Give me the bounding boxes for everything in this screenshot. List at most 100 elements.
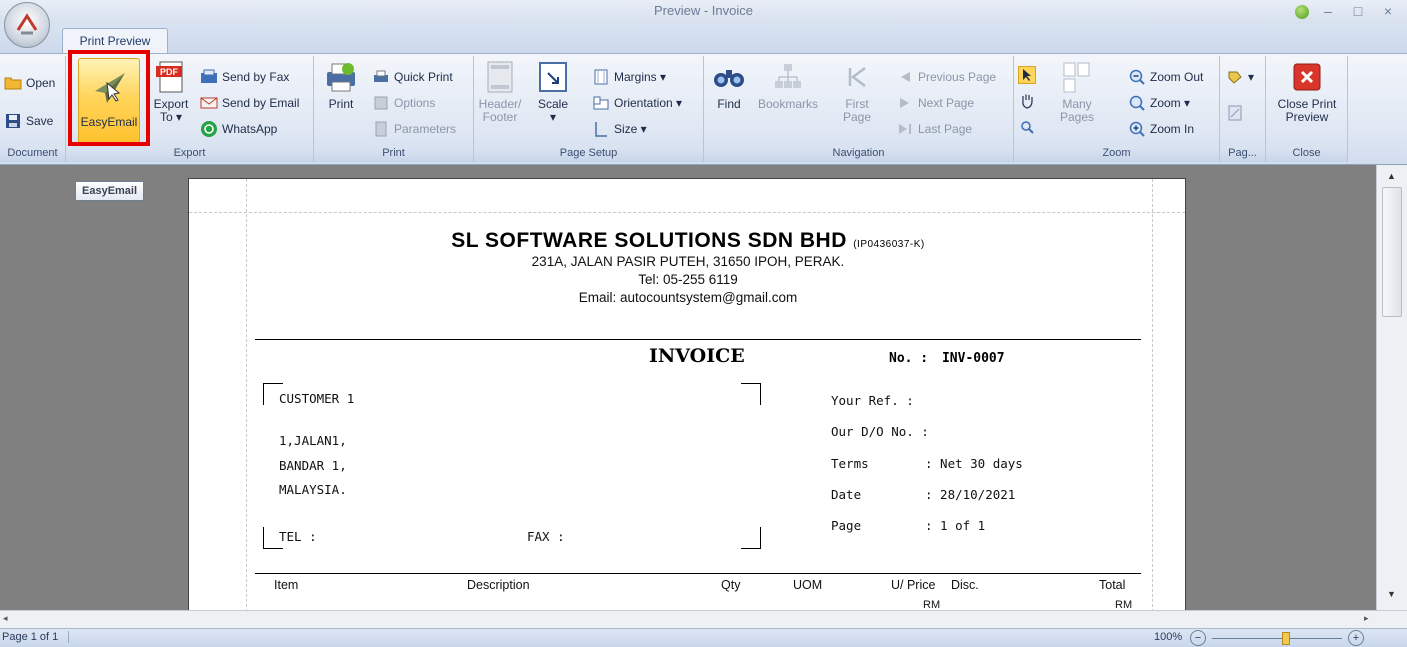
- customer-tel: TEL :: [279, 529, 317, 544]
- send-by-email-button[interactable]: Send by Email: [200, 92, 299, 114]
- margins-button[interactable]: Margins ▾: [592, 66, 666, 88]
- horizontal-scrollbar[interactable]: ◂ ▸: [0, 610, 1407, 628]
- options-label: Options: [394, 96, 436, 110]
- invoice-title: INVOICE: [649, 345, 745, 367]
- previous-page-button[interactable]: Previous Page: [896, 66, 996, 88]
- email-icon: [200, 94, 218, 112]
- magnifier-tool-button[interactable]: [1018, 116, 1036, 138]
- company-name-text: SL SOFTWARE SOLUTIONS SDN BHD: [451, 229, 847, 252]
- bookmarks-button[interactable]: Bookmarks: [758, 60, 818, 111]
- last-page-button[interactable]: Last Page: [896, 118, 972, 140]
- previous-page-label: Previous Page: [918, 70, 997, 84]
- whatsapp-button[interactable]: WhatsApp: [200, 118, 277, 140]
- ribbon-tab-row: Print Preview: [0, 24, 1407, 55]
- window-title: Preview - Invoice: [654, 3, 753, 18]
- margin-guide-top: [189, 212, 1185, 213]
- many-pages-icon: [1060, 60, 1094, 94]
- watermark-button[interactable]: [1226, 102, 1244, 124]
- customer-box-corner-tr: [741, 383, 761, 405]
- quick-print-button[interactable]: Quick Print: [372, 66, 453, 88]
- hand-tool-button[interactable]: [1018, 90, 1036, 112]
- printer-icon: [324, 60, 358, 94]
- group-close: Close Print Preview Close: [1266, 56, 1348, 162]
- vertical-scroll-thumb[interactable]: [1382, 187, 1402, 317]
- scale-arrow: ▾: [549, 110, 557, 124]
- pointer-tool-button[interactable]: [1018, 64, 1036, 86]
- terms-label: Terms: [831, 456, 869, 471]
- invoice-page: SL SOFTWARE SOLUTIONS SDN BHD (IP0436037…: [188, 178, 1186, 618]
- scroll-up-icon[interactable]: ▲: [1387, 171, 1396, 181]
- zoom-slider-thumb[interactable]: [1282, 632, 1290, 645]
- app-logo-icon: [16, 13, 38, 35]
- zoom-in-status-icon[interactable]: +: [1348, 630, 1364, 646]
- minimize-button[interactable]: [1290, 2, 1314, 20]
- app-menu-button[interactable]: [4, 2, 50, 48]
- vertical-scrollbar[interactable]: ▲ ▼: [1376, 165, 1407, 610]
- scroll-down-icon[interactable]: ▼: [1387, 589, 1396, 599]
- zoom-out-button[interactable]: Zoom Out: [1128, 66, 1203, 88]
- scroll-left-icon[interactable]: ◂: [3, 613, 8, 624]
- zoom-slider[interactable]: [1212, 638, 1342, 639]
- next-arrow-icon: [896, 94, 914, 112]
- open-button[interactable]: Open: [4, 72, 55, 94]
- export-to-label-2: To ▾: [159, 110, 183, 124]
- save-label: Save: [26, 114, 54, 128]
- col-item: Item: [274, 578, 299, 592]
- print-button[interactable]: Print: [324, 60, 358, 111]
- group-label-close: Close: [1266, 147, 1347, 162]
- customer-name: CUSTOMER 1: [279, 391, 355, 406]
- status-bar: Page 1 of 1 100% − +: [0, 628, 1407, 647]
- floppy-disk-icon: [4, 112, 22, 130]
- header-footer-button[interactable]: Header/ Footer: [479, 60, 521, 124]
- close-window-button[interactable]: ×: [1376, 2, 1400, 20]
- col-unit-price: U/ Price: [891, 578, 936, 592]
- close-print-preview-button[interactable]: Close Print Preview: [1270, 60, 1344, 124]
- options-icon: [372, 94, 390, 112]
- group-print: Print Quick Print Options Parameters Pri…: [314, 56, 474, 162]
- zoom-out-label: Zoom Out: [1150, 70, 1204, 84]
- scroll-right-icon[interactable]: ▸: [1364, 613, 1369, 624]
- send-by-fax-button[interactable]: Send by Fax: [200, 66, 289, 88]
- group-label-page-setup: Page Setup: [474, 147, 703, 162]
- whatsapp-label: WhatsApp: [222, 122, 278, 136]
- your-ref: Your Ref. :: [831, 393, 914, 408]
- magnifier-icon: [1018, 118, 1036, 136]
- invoice-no-value: INV-0007: [941, 351, 1005, 366]
- svg-text:PDF: PDF: [160, 67, 179, 77]
- find-button[interactable]: Find: [712, 60, 746, 111]
- many-pages-button[interactable]: Many Pages: [1044, 60, 1110, 124]
- first-page-button[interactable]: First Page: [840, 60, 874, 124]
- size-label: Size ▾: [614, 122, 647, 136]
- group-label-export: Export: [66, 147, 313, 162]
- col-uom: UOM: [793, 578, 823, 592]
- export-to-button[interactable]: PDF Export To ▾: [154, 60, 188, 124]
- parameters-button[interactable]: Parameters: [372, 118, 456, 140]
- zoom-in-button[interactable]: Zoom In: [1128, 118, 1194, 140]
- zoom-dropdown-button[interactable]: Zoom ▾: [1128, 92, 1190, 114]
- save-button[interactable]: Save: [4, 110, 53, 132]
- minimize-window-button[interactable]: –: [1316, 2, 1340, 20]
- send-by-email-label: Send by Email: [222, 96, 300, 110]
- zoom-out-status-icon[interactable]: −: [1190, 630, 1206, 646]
- find-label: Find: [717, 97, 741, 111]
- page-value: : 1 of 1: [925, 518, 986, 533]
- page-color-button[interactable]: ▾: [1226, 66, 1254, 88]
- size-button[interactable]: Size ▾: [592, 118, 647, 140]
- title-bar: Preview - Invoice – □ ×: [0, 0, 1407, 24]
- group-zoom: Many Pages Zoom Out Zoom ▾ Zoom In Zoom: [1014, 56, 1220, 162]
- fax-icon: [200, 68, 218, 86]
- open-label: Open: [26, 76, 56, 90]
- header-footer-label-2: Footer: [482, 110, 518, 124]
- next-page-label: Next Page: [918, 96, 975, 110]
- company-name: SL SOFTWARE SOLUTIONS SDN BHD (IP0436037…: [189, 229, 1185, 253]
- zoom-in-icon: [1128, 120, 1146, 138]
- date-value: : 28/10/2021: [925, 487, 1016, 502]
- margins-label: Margins ▾: [614, 70, 667, 84]
- ribbon: Open Save Document PDF Export To ▾ Send …: [0, 53, 1407, 165]
- maximize-window-button[interactable]: □: [1346, 2, 1370, 20]
- close-icon: [1290, 60, 1324, 94]
- orientation-button[interactable]: Orientation ▾: [592, 92, 682, 114]
- scale-button[interactable]: Scale ▾: [536, 60, 570, 124]
- options-button[interactable]: Options: [372, 92, 435, 114]
- next-page-button[interactable]: Next Page: [896, 92, 974, 114]
